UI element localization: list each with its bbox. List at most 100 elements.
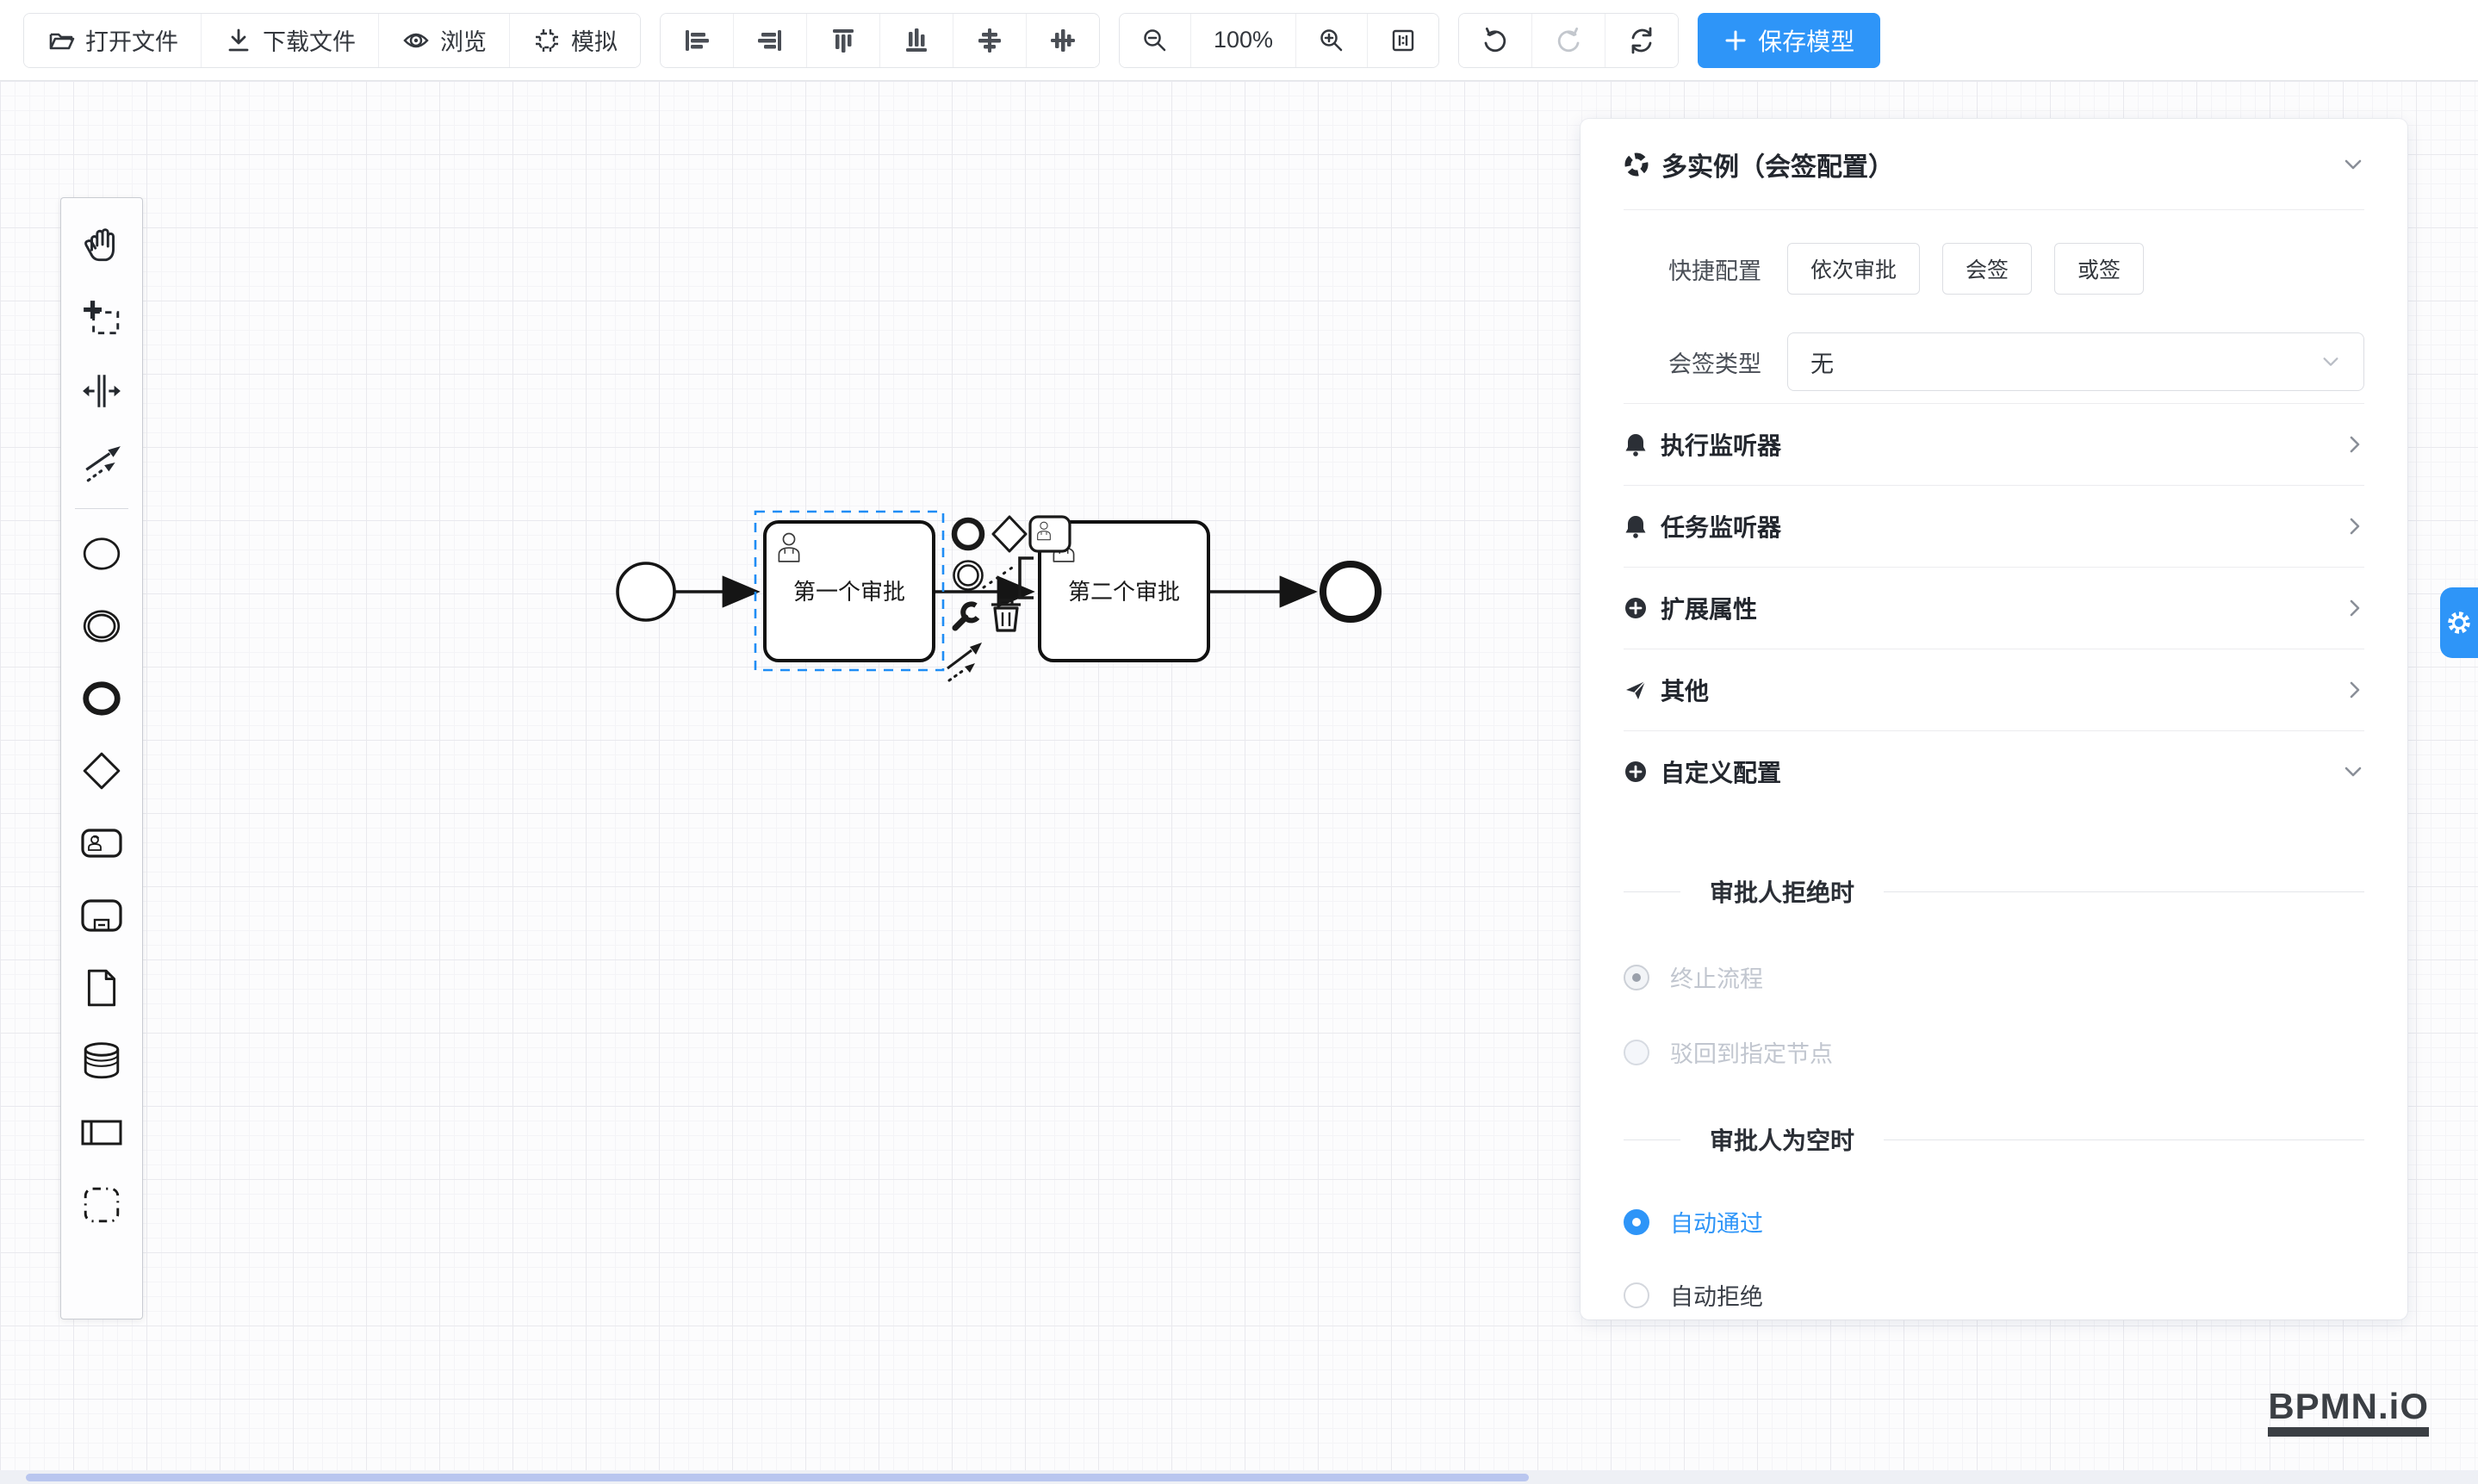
align-left-button[interactable] bbox=[661, 14, 733, 67]
open-file-button[interactable]: 打开文件 bbox=[24, 14, 201, 67]
plus-circle-icon bbox=[1624, 760, 1648, 784]
global-connect-tool[interactable] bbox=[61, 427, 142, 500]
section-task-listener[interactable]: 任务监听器 bbox=[1624, 485, 2364, 567]
create-subprocess[interactable] bbox=[61, 879, 142, 952]
section-label: 其他 bbox=[1661, 673, 1709, 707]
subprocess-icon bbox=[80, 895, 123, 936]
create-gateway[interactable] bbox=[61, 735, 142, 807]
bpmn-palette bbox=[60, 197, 143, 1319]
align-bottom-button[interactable] bbox=[879, 14, 953, 67]
create-data-store[interactable] bbox=[61, 1024, 142, 1096]
zoom-button-group: 100% bbox=[1119, 13, 1439, 68]
save-model-button[interactable]: 保存模型 bbox=[1698, 13, 1880, 68]
global-connect-icon bbox=[81, 443, 122, 484]
append-user-task-icon[interactable] bbox=[1030, 517, 1070, 551]
chevron-right-icon bbox=[2345, 515, 2364, 537]
change-type-wrench-icon[interactable] bbox=[955, 604, 978, 628]
preview-button[interactable]: 浏览 bbox=[378, 14, 509, 67]
zoom-in-button[interactable] bbox=[1295, 14, 1367, 67]
panel-title: 多实例（会签配置） bbox=[1661, 146, 1894, 183]
redo-button[interactable] bbox=[1531, 14, 1605, 67]
properties-panel: 多实例（会签配置） 快捷配置 依次审批 会签 或签 会签类型 无 执行监听器 任… bbox=[1581, 119, 2407, 1319]
chip-icon bbox=[532, 26, 562, 55]
section-extended-properties[interactable]: 扩展属性 bbox=[1624, 567, 2364, 649]
redo-icon bbox=[1553, 25, 1584, 56]
end-event[interactable] bbox=[1323, 564, 1378, 619]
file-button-group: 打开文件 下载文件 浏览 模拟 bbox=[23, 13, 641, 68]
data-store-icon bbox=[81, 1040, 122, 1081]
radio-terminate-process: 终止流程 bbox=[1624, 960, 2364, 994]
radio-circle[interactable] bbox=[1624, 1282, 1649, 1308]
align-center-vertical-button[interactable] bbox=[1026, 14, 1099, 67]
zoom-out-button[interactable] bbox=[1120, 14, 1190, 67]
bell-icon bbox=[1624, 514, 1648, 538]
create-start-event[interactable] bbox=[61, 518, 142, 590]
download-file-button[interactable]: 下载文件 bbox=[201, 14, 378, 67]
create-participant[interactable] bbox=[61, 1096, 142, 1169]
space-tool[interactable] bbox=[61, 355, 142, 427]
panel-header-multi-instance[interactable]: 多实例（会签配置） bbox=[1624, 119, 2364, 210]
bell-icon bbox=[1624, 432, 1648, 456]
chevron-down-icon bbox=[2342, 761, 2364, 783]
gateway-icon bbox=[81, 750, 122, 792]
hand-tool[interactable] bbox=[61, 210, 142, 283]
horizontal-scrollbar-thumb[interactable] bbox=[26, 1474, 1529, 1481]
quick-option-countersign[interactable]: 会签 bbox=[1942, 243, 2032, 295]
fit-viewport-icon bbox=[1388, 26, 1418, 55]
quick-option-orsign[interactable]: 或签 bbox=[2054, 243, 2144, 295]
align-center-horizontal-button[interactable] bbox=[953, 14, 1026, 67]
plus-circle-icon bbox=[1624, 596, 1648, 620]
connect-tool-icon[interactable] bbox=[947, 643, 982, 680]
eye-icon bbox=[401, 26, 431, 55]
lasso-tool[interactable] bbox=[61, 283, 142, 355]
undo-button[interactable] bbox=[1459, 14, 1531, 67]
radio-circle[interactable] bbox=[1624, 1209, 1649, 1235]
fit-viewport-button[interactable] bbox=[1367, 14, 1438, 67]
delete-trash-icon[interactable] bbox=[991, 600, 1021, 630]
start-event[interactable] bbox=[618, 563, 674, 620]
simulate-label: 模拟 bbox=[571, 23, 618, 57]
group-icon bbox=[81, 1184, 122, 1226]
section-other[interactable]: 其他 bbox=[1624, 649, 2364, 730]
section-execution-listener[interactable]: 执行监听器 bbox=[1624, 403, 2364, 485]
simulate-button[interactable]: 模拟 bbox=[509, 14, 640, 67]
plus-icon bbox=[1723, 28, 1748, 53]
create-end-event[interactable] bbox=[61, 662, 142, 735]
chevron-right-icon bbox=[2345, 597, 2364, 619]
task-first-approval[interactable]: 第一个审批 bbox=[765, 522, 934, 661]
zoom-level-display: 100% bbox=[1190, 14, 1295, 67]
quick-option-sequential[interactable]: 依次审批 bbox=[1787, 243, 1920, 295]
refresh-button[interactable] bbox=[1605, 14, 1678, 67]
zoom-level-value: 100% bbox=[1214, 27, 1273, 53]
quick-config-row: 快捷配置 依次审批 会签 或签 bbox=[1624, 243, 2364, 295]
align-top-button[interactable] bbox=[806, 14, 879, 67]
append-end-event-icon[interactable] bbox=[954, 520, 982, 548]
create-data-object[interactable] bbox=[61, 952, 142, 1024]
start-event-icon bbox=[81, 533, 122, 574]
settings-toggle-tab[interactable] bbox=[2440, 587, 2478, 658]
refresh-icon bbox=[1626, 25, 1657, 56]
align-right-button[interactable] bbox=[733, 14, 806, 67]
task2-label: 第二个审批 bbox=[1068, 579, 1180, 605]
create-user-task[interactable] bbox=[61, 807, 142, 879]
radio-label: 自动拒绝 bbox=[1670, 1278, 1763, 1312]
radio-label: 驳回到指定节点 bbox=[1670, 1035, 1833, 1069]
chevron-right-icon bbox=[2345, 679, 2364, 701]
align-button-group bbox=[660, 13, 1100, 68]
align-center-v-icon bbox=[1047, 25, 1078, 56]
section-label: 自定义配置 bbox=[1661, 754, 1781, 789]
radio-circle bbox=[1624, 965, 1649, 990]
radio-auto-pass[interactable]: 自动通过 bbox=[1624, 1205, 2364, 1239]
accordion-sections: 执行监听器 任务监听器 扩展属性 其他 自定义配置 bbox=[1624, 403, 2364, 812]
create-intermediate-event[interactable] bbox=[61, 590, 142, 662]
folder-open-icon bbox=[47, 26, 76, 55]
section-custom-config[interactable]: 自定义配置 bbox=[1624, 730, 2364, 812]
horizontal-scrollbar-track[interactable] bbox=[0, 1470, 2478, 1484]
create-group[interactable] bbox=[61, 1169, 142, 1241]
divider-title: 审批人为空时 bbox=[1710, 1122, 1854, 1157]
sign-type-select[interactable]: 无 bbox=[1787, 332, 2364, 391]
radio-auto-reject[interactable]: 自动拒绝 bbox=[1624, 1278, 2364, 1312]
download-file-label: 下载文件 bbox=[263, 23, 356, 57]
bpmn-io-logo[interactable]: BPMN.iO bbox=[2268, 1388, 2429, 1437]
append-gateway-icon[interactable] bbox=[993, 517, 1026, 551]
